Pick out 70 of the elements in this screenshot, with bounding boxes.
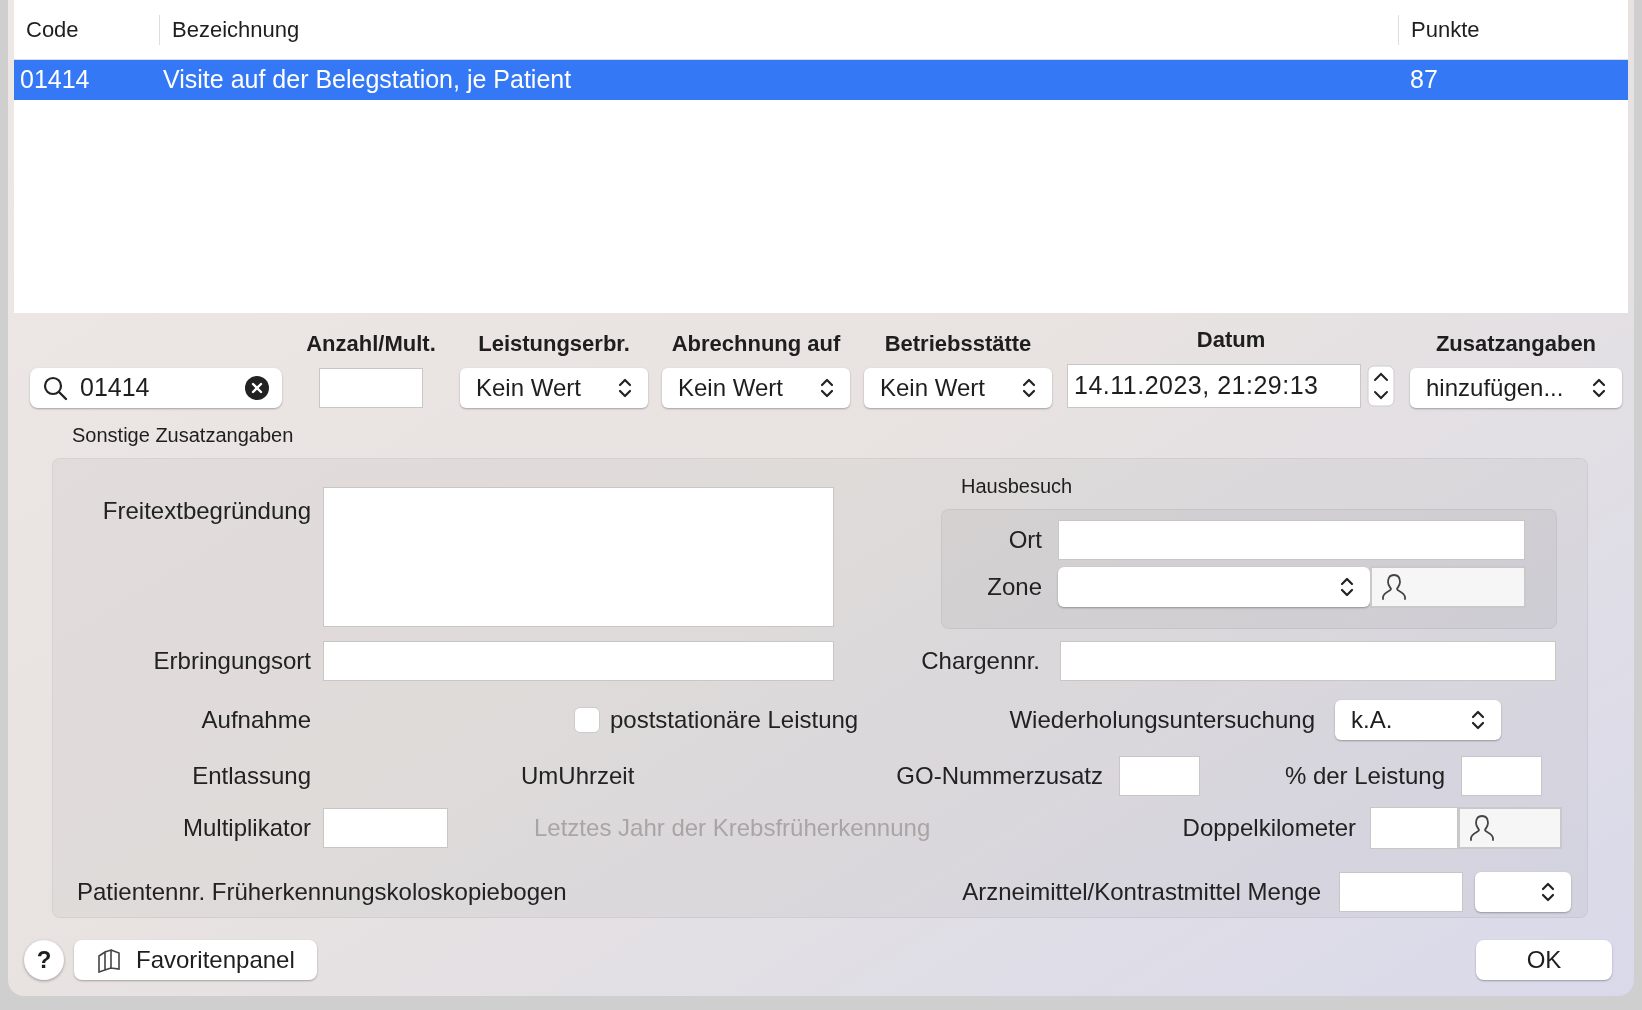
checkbox[interactable] xyxy=(574,707,600,733)
input-field[interactable] xyxy=(1370,807,1458,849)
field-label: UmUhrzeit xyxy=(521,762,635,789)
updown-chevron-icon xyxy=(1471,709,1485,731)
field-label: Entlassung xyxy=(192,761,311,791)
field-label: Chargennr. xyxy=(921,646,1040,676)
field-label: Erbringungsort xyxy=(153,646,311,676)
text-area[interactable] xyxy=(323,487,834,627)
input-field[interactable] xyxy=(1060,641,1556,681)
favorites-button[interactable]: Favoritenpanel xyxy=(74,940,317,980)
help-button[interactable]: ? xyxy=(24,940,64,980)
input-field[interactable] xyxy=(1119,756,1200,796)
field-label: Aufnahme xyxy=(201,705,311,735)
select-dropdown[interactable]: k.A. xyxy=(1335,700,1501,740)
column-header[interactable]: Code xyxy=(14,14,159,45)
person-icon xyxy=(1380,572,1408,602)
search-field[interactable]: 01414 xyxy=(30,368,282,408)
input-field[interactable] xyxy=(1461,756,1542,796)
field-label: % der Leistung xyxy=(1284,761,1445,791)
input-field[interactable] xyxy=(319,368,423,408)
field-label: Arzneimittel/Kontrastmittel Menge xyxy=(962,877,1321,907)
updown-chevron-icon xyxy=(1340,576,1354,598)
table-cell-text: Visite auf der Belegstation, je Patient xyxy=(162,64,573,96)
field-label: Doppelkilometer xyxy=(1182,813,1356,843)
input-field[interactable] xyxy=(1339,872,1463,912)
column-label: Anzahl/Mult. xyxy=(306,330,436,358)
group-title: Hausbesuch xyxy=(961,474,1074,499)
updown-chevron-icon xyxy=(618,377,632,399)
column-label: Abrechnung auf xyxy=(671,330,841,358)
person-picker[interactable] xyxy=(1458,807,1562,849)
search-value: 01414 xyxy=(80,372,151,404)
field-label: Multiplikator xyxy=(182,813,311,843)
ok-button[interactable]: OK xyxy=(1476,940,1612,980)
input-field[interactable] xyxy=(323,808,448,848)
table-cell-text: 01414 xyxy=(19,64,91,96)
column-header[interactable]: Bezeichnung xyxy=(159,14,1398,45)
person-picker[interactable] xyxy=(1370,566,1526,608)
input-field[interactable] xyxy=(323,641,834,681)
column-header[interactable]: Punkte xyxy=(1398,14,1628,45)
person-icon xyxy=(1468,813,1496,843)
stepper-icon[interactable] xyxy=(1367,365,1395,407)
column-label: Betriebsstätte xyxy=(884,330,1032,358)
select-dropdown[interactable]: Kein Wert xyxy=(460,368,648,408)
column-label: Zusatzangaben xyxy=(1435,330,1597,358)
updown-chevron-icon xyxy=(1541,881,1555,903)
column-label: Leistungserbr. xyxy=(478,330,630,358)
date-field[interactable]: 14.11.2023, 21:29:13 xyxy=(1067,364,1361,408)
field-label: Ort xyxy=(1007,525,1042,555)
select-dropdown[interactable]: hinzufügen... xyxy=(1410,368,1622,408)
field-label: Wiederholungsuntersuchung xyxy=(1009,705,1315,735)
table-cell-text: 87 xyxy=(1409,64,1439,96)
select-dropdown[interactable] xyxy=(1475,872,1571,912)
field-label: poststationäre Leistung xyxy=(610,705,859,735)
field-label: GO-Nummerzusatz xyxy=(896,761,1103,791)
updown-chevron-icon xyxy=(820,377,834,399)
field-label: Patientennr. Früherkennungskoloskopiebogen xyxy=(77,878,567,905)
select-dropdown[interactable]: Kein Wert xyxy=(662,368,850,408)
section-title: Sonstige Zusatzangaben xyxy=(72,423,294,448)
field-label: Freitextbegründung xyxy=(102,496,311,526)
select-dropdown[interactable] xyxy=(1058,567,1370,607)
clear-icon[interactable] xyxy=(244,375,270,401)
field-label: Zone xyxy=(986,572,1042,602)
updown-chevron-icon xyxy=(1592,377,1606,399)
search-icon xyxy=(42,375,68,401)
stack-icon xyxy=(96,947,122,973)
column-label: Datum xyxy=(1196,326,1266,354)
updown-chevron-icon xyxy=(1022,377,1036,399)
table-row[interactable]: 01414 Visite auf der Belegstation, je Patient 87 xyxy=(14,60,1628,100)
select-dropdown[interactable]: Kein Wert xyxy=(864,368,1052,408)
input-field[interactable] xyxy=(1058,520,1525,560)
